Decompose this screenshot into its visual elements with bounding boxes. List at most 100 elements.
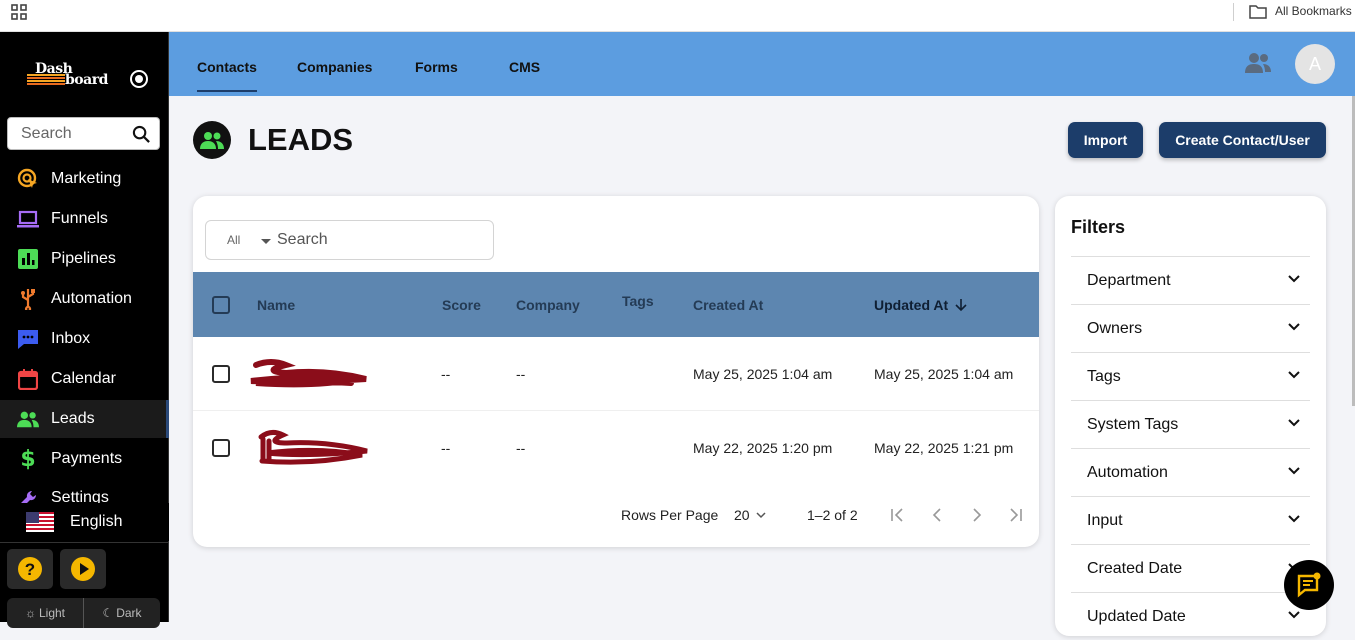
- column-header-company[interactable]: Company: [516, 297, 580, 313]
- dollar-icon: $: [20, 446, 36, 472]
- column-header-updated-at[interactable]: Updated At: [874, 297, 948, 313]
- sidebar-item-label: Marketing: [51, 170, 122, 187]
- tab-forms[interactable]: Forms: [415, 59, 458, 75]
- apps-grid-icon[interactable]: [11, 4, 27, 20]
- video-tutorial-button[interactable]: [60, 549, 106, 589]
- chat-icon: [17, 328, 39, 350]
- svg-text:?: ?: [25, 560, 35, 579]
- filter-input[interactable]: Input: [1071, 496, 1310, 544]
- filter-label: System Tags: [1087, 416, 1179, 433]
- search-icon[interactable]: [132, 125, 151, 144]
- calendar-icon: [17, 368, 39, 390]
- rows-per-page-label: Rows Per Page: [621, 507, 719, 523]
- folder-icon: [1249, 5, 1267, 19]
- marketing-icon: [17, 168, 39, 190]
- logo-stripe: [27, 80, 65, 82]
- dark-theme-option[interactable]: ☾ Dark: [84, 598, 160, 628]
- chevron-down-icon: [1288, 467, 1300, 475]
- sidebar-search-input[interactable]: Search: [7, 117, 160, 150]
- sidebar-item-automation[interactable]: Automation: [0, 280, 169, 318]
- chat-support-button[interactable]: [1284, 560, 1334, 610]
- sidebar-item-label: Leads: [51, 410, 95, 427]
- leads-table-card: All Search Name Score Company Tags Creat…: [193, 196, 1039, 547]
- search-scope-select[interactable]: All: [227, 233, 240, 247]
- sidebar-item-leads[interactable]: Leads: [0, 400, 169, 438]
- usb-icon: [17, 288, 39, 310]
- leads-icon: [193, 121, 231, 159]
- logo-stripe: [27, 83, 65, 85]
- column-header-name[interactable]: Name: [257, 297, 295, 313]
- team-icon[interactable]: [1245, 52, 1271, 74]
- table-row[interactable]: -- -- May 22, 2025 1:20 pm May 22, 2025 …: [193, 410, 1039, 483]
- sidebar-item-payments[interactable]: $ Payments: [0, 440, 169, 478]
- filter-label: Department: [1087, 272, 1171, 289]
- arrow-down-icon[interactable]: [954, 298, 968, 312]
- sidebar-item-calendar[interactable]: Calendar: [0, 360, 169, 398]
- filter-updated-date[interactable]: Updated Date: [1071, 592, 1310, 640]
- all-bookmarks-link[interactable]: All Bookmarks: [1275, 4, 1352, 18]
- row-updated-at: May 25, 2025 1:04 am: [874, 366, 1014, 382]
- select-all-checkbox[interactable]: [212, 296, 230, 314]
- filter-tags[interactable]: Tags: [1071, 352, 1310, 400]
- previous-page-icon[interactable]: [930, 507, 944, 523]
- table-row[interactable]: -- -- May 25, 2025 1:04 am May 25, 2025 …: [193, 337, 1039, 410]
- last-page-icon[interactable]: [1008, 507, 1024, 523]
- redacted-name: [250, 359, 367, 388]
- top-navigation: Contacts Companies Forms CMS A: [169, 32, 1355, 96]
- help-icon: ?: [18, 557, 42, 581]
- dashboard-logo[interactable]: Dash board: [27, 61, 112, 90]
- chevron-down-icon[interactable]: [756, 511, 766, 519]
- row-checkbox[interactable]: [212, 439, 230, 457]
- filter-department[interactable]: Department: [1071, 256, 1310, 304]
- next-page-icon[interactable]: [970, 507, 984, 523]
- filter-created-date[interactable]: Created Date: [1071, 544, 1310, 592]
- page-title: LEADS: [248, 122, 354, 157]
- filter-owners[interactable]: Owners: [1071, 304, 1310, 352]
- redacted-name: [258, 429, 368, 465]
- bar-chart-icon: [17, 248, 39, 270]
- filter-automation[interactable]: Automation: [1071, 448, 1310, 496]
- rows-per-page-select[interactable]: 20: [734, 507, 750, 523]
- sidebar-item-label: Automation: [51, 290, 132, 307]
- column-header-created-at[interactable]: Created At: [693, 297, 763, 313]
- sidebar-item-label: Inbox: [51, 330, 91, 347]
- bookmarks-separator: [1233, 3, 1234, 21]
- import-button[interactable]: Import: [1068, 122, 1143, 158]
- table-search-placeholder: Search: [277, 231, 328, 248]
- laptop-icon: [17, 208, 39, 230]
- active-tab-indicator: [197, 90, 257, 92]
- sidebar-item-inbox[interactable]: Inbox: [0, 320, 169, 358]
- language-selector[interactable]: English: [0, 503, 169, 541]
- column-header-tags[interactable]: Tags: [622, 293, 654, 309]
- sidebar-item-label: Payments: [51, 450, 123, 467]
- table-search-input[interactable]: All Search: [205, 220, 494, 260]
- people-icon: [17, 408, 39, 430]
- sidebar-item-label: Calendar: [51, 370, 116, 387]
- row-company: --: [516, 366, 526, 382]
- filter-system-tags[interactable]: System Tags: [1071, 400, 1310, 448]
- chevron-down-icon: [1288, 371, 1300, 379]
- theme-toggle[interactable]: ☼ Light ☾ Dark: [7, 598, 160, 628]
- sidebar-item-marketing[interactable]: Marketing: [0, 160, 169, 198]
- row-score: --: [441, 440, 451, 456]
- chevron-down-icon: [1288, 323, 1300, 331]
- sun-icon: ☼: [24, 606, 36, 620]
- tab-cms[interactable]: CMS: [509, 59, 540, 75]
- create-contact-button[interactable]: Create Contact/User: [1159, 122, 1326, 158]
- tab-contacts[interactable]: Contacts: [197, 59, 257, 75]
- avatar[interactable]: A: [1295, 44, 1335, 84]
- row-checkbox[interactable]: [212, 365, 230, 383]
- sidebar-item-pipelines[interactable]: Pipelines: [0, 240, 169, 278]
- tab-companies[interactable]: Companies: [297, 59, 372, 75]
- target-icon[interactable]: [130, 70, 148, 88]
- chevron-down-icon: [1288, 275, 1300, 283]
- help-button[interactable]: ?: [7, 549, 53, 589]
- light-theme-option[interactable]: ☼ Light: [7, 598, 84, 628]
- sidebar-help-row: ?: [0, 542, 169, 592]
- sidebar-item-funnels[interactable]: Funnels: [0, 200, 169, 238]
- first-page-icon[interactable]: [889, 507, 905, 523]
- pagination-range: 1–2 of 2: [807, 507, 858, 523]
- chat-icon: [1297, 572, 1321, 598]
- sidebar-item-settings[interactable]: Settings: [0, 480, 169, 503]
- column-header-score[interactable]: Score: [442, 297, 481, 313]
